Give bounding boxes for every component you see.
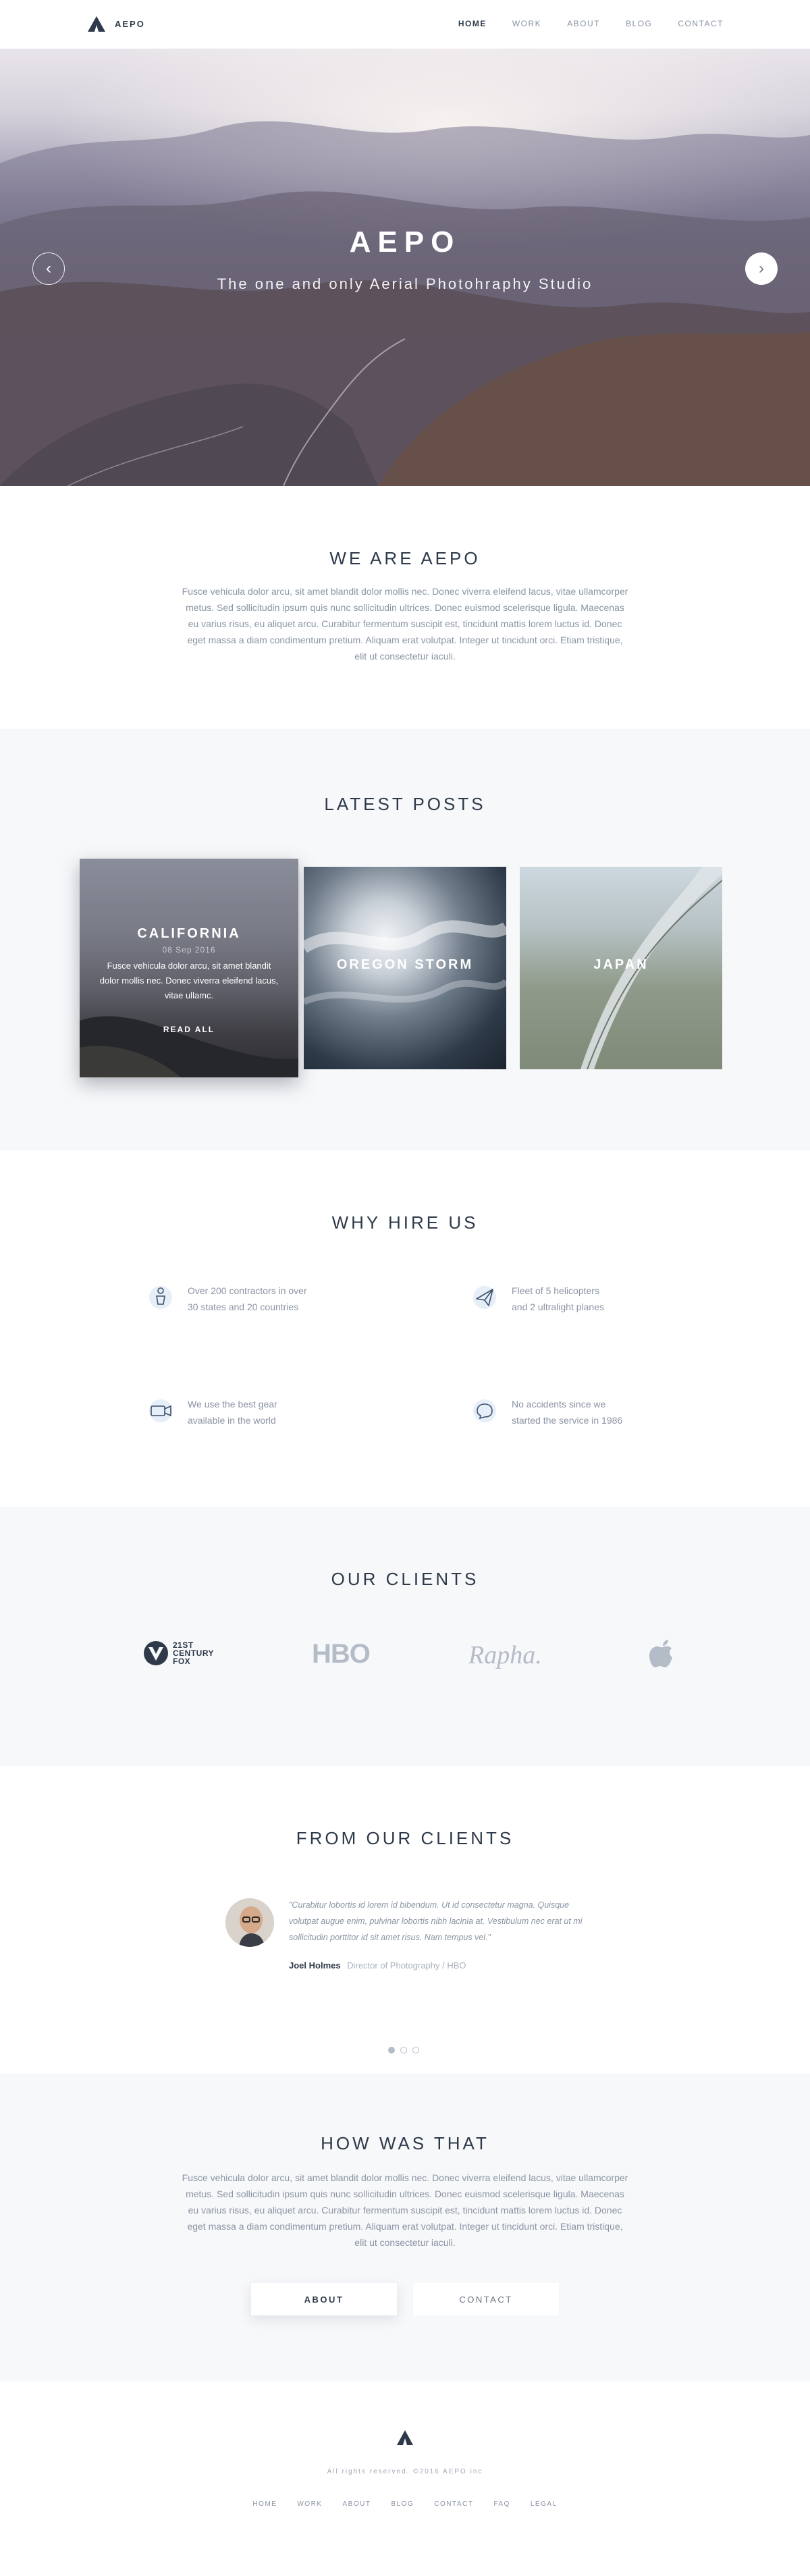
footer-link-about[interactable]: ABOUT xyxy=(343,2500,371,2508)
brand-logo[interactable]: AEPO xyxy=(88,16,145,32)
post-title: JAPAN xyxy=(593,957,649,972)
footer-link-home[interactable]: HOME xyxy=(252,2500,277,2508)
nav-work[interactable]: WORK xyxy=(512,19,541,28)
how-title: HOW WAS THAT xyxy=(321,2133,489,2153)
post-card-oregon-storm[interactable]: OREGON STORM xyxy=(304,867,506,1069)
nav-contact[interactable]: CONTACT xyxy=(678,19,724,28)
pagination-dot-1[interactable] xyxy=(388,2047,395,2054)
post-title: OREGON STORM xyxy=(336,957,474,972)
testimonials-title: FROM OUR CLIENTS xyxy=(296,1828,514,1848)
footer-link-blog[interactable]: BLOG xyxy=(391,2500,414,2508)
logo-line-3: FOX xyxy=(173,1657,191,1666)
feature-line-1: No accidents since we xyxy=(512,1399,606,1410)
person-icon xyxy=(149,1286,172,1309)
nav-blog[interactable]: BLOG xyxy=(626,19,652,28)
footer-logo-icon[interactable] xyxy=(397,2430,413,2445)
about-body: Fusce vehicula dolor arcu, sit amet blan… xyxy=(182,586,628,662)
pagination-dot-3[interactable] xyxy=(412,2047,419,2054)
footer: All rights reserved. ©2016 AEPO inc HOME… xyxy=(0,2382,810,2576)
hero-subtitle: The one and only Aerial Photohraphy Stud… xyxy=(217,275,593,292)
feature-safety: No accidents since we started the servic… xyxy=(471,1396,674,1437)
slider-prev-button[interactable]: ‹ xyxy=(32,252,65,285)
logo-mark-icon xyxy=(88,16,105,32)
feature-line-1: We use the best gear xyxy=(188,1399,277,1410)
post-title: CALIFORNIA xyxy=(137,926,241,941)
chevron-left-icon: ‹ xyxy=(46,259,51,277)
testimonial-author: Joel Holmes Director of Photography / HB… xyxy=(289,1960,466,1970)
apple-logo[interactable] xyxy=(649,1639,676,1673)
posts-title: LATEST POSTS xyxy=(324,794,486,814)
hire-title: WHY HIRE US xyxy=(331,1212,479,1233)
feature-line-2: and 2 ultralight planes xyxy=(512,1302,604,1312)
feature-fleet: Fleet of 5 helicopters and 2 ultralight … xyxy=(471,1283,674,1323)
camera-icon xyxy=(149,1399,172,1422)
why-hire-us-section: WHY HIRE US Over 200 contractors in over… xyxy=(0,1150,810,1507)
feature-gear: We use the best gear available in the wo… xyxy=(147,1396,350,1437)
contact-button[interactable]: CONTACT xyxy=(413,2283,559,2315)
our-clients-section: OUR CLIENTS 21ST CENTURY FOX HBO Rapha. xyxy=(0,1507,810,1766)
apple-icon xyxy=(649,1640,672,1667)
top-navbar: AEPO HOME WORK ABOUT BLOG CONTACT xyxy=(0,0,810,49)
chevron-right-icon: › xyxy=(759,259,764,277)
feature-line-2: started the service in 1986 xyxy=(512,1415,623,1426)
about-button[interactable]: ABOUT xyxy=(251,2283,397,2315)
copyright: All rights reserved. ©2016 AEPO inc xyxy=(327,2468,483,2475)
pagination-dot-2[interactable] xyxy=(400,2047,407,2054)
testimonials-section: FROM OUR CLIENTS "Curabitur lobortis id … xyxy=(0,1766,810,2074)
feature-line-2: available in the world xyxy=(188,1415,276,1426)
feature-line-1: Over 200 contractors in over xyxy=(188,1285,307,1296)
testimonial-quote: "Curabitur lobortis id lorem id bibendum… xyxy=(289,1900,583,1942)
chat-bubble-icon xyxy=(473,1399,496,1422)
21st-century-fox-logo[interactable]: 21ST CENTURY FOX xyxy=(143,1640,214,1666)
hero-slider: AEPO The one and only Aerial Photohraphy… xyxy=(0,49,810,486)
clients-title: OUR CLIENTS xyxy=(331,1569,479,1589)
footer-link-contact[interactable]: CONTACT xyxy=(434,2500,473,2508)
post-date: 08 Sep 2016 xyxy=(162,945,216,955)
testimonial-pagination xyxy=(388,2047,419,2054)
author-role: Director of Photography / HBO xyxy=(347,1960,466,1970)
post-card-california[interactable]: CALIFORNIA 08 Sep 2016 Fusce vehicula do… xyxy=(80,859,298,1077)
brand-name: AEPO xyxy=(115,19,145,29)
rapha-logo[interactable]: Rapha. xyxy=(468,1640,542,1670)
nav-home[interactable]: HOME xyxy=(458,19,487,28)
feature-line-1: Fleet of 5 helicopters xyxy=(512,1285,599,1296)
client-portrait xyxy=(225,1898,274,1947)
avatar xyxy=(225,1898,274,1947)
feature-contractors: Over 200 contractors in over 30 states a… xyxy=(147,1283,350,1323)
about-section: WE ARE AEPO Fusce vehicula dolor arcu, s… xyxy=(0,486,810,729)
author-name: Joel Holmes xyxy=(289,1960,341,1970)
about-title: WE ARE AEPO xyxy=(329,548,481,568)
slider-next-button[interactable]: › xyxy=(745,252,778,285)
fox-emblem-icon xyxy=(144,1641,168,1665)
footer-link-faq[interactable]: FAQ xyxy=(493,2500,510,2508)
latest-posts-section: LATEST POSTS CALIFORNIA 08 Sep 2016 Fusc… xyxy=(0,729,810,1150)
feature-line-2: 30 states and 20 countries xyxy=(188,1302,299,1312)
how-was-that-section: HOW WAS THAT Fusce vehicula dolor arcu, … xyxy=(0,2074,810,2382)
footer-nav: HOME WORK ABOUT BLOG CONTACT FAQ LEGAL xyxy=(0,2500,810,2508)
hero-title: AEPO xyxy=(349,225,461,259)
post-card-japan[interactable]: JAPAN xyxy=(520,867,722,1069)
main-menu: HOME WORK ABOUT BLOG CONTACT xyxy=(433,19,724,28)
hbo-logo[interactable]: HBO xyxy=(312,1639,371,1669)
hero-aerial-image xyxy=(0,121,810,486)
post-excerpt: Fusce vehicula dolor arcu, sit amet blan… xyxy=(99,961,279,1000)
plane-icon xyxy=(473,1286,496,1309)
read-all-link[interactable]: READ ALL xyxy=(80,1025,298,1034)
how-body: Fusce vehicula dolor arcu, sit amet blan… xyxy=(182,2172,628,2248)
footer-link-work[interactable]: WORK xyxy=(297,2500,322,2508)
footer-link-legal[interactable]: LEGAL xyxy=(531,2500,558,2508)
nav-about[interactable]: ABOUT xyxy=(567,19,600,28)
